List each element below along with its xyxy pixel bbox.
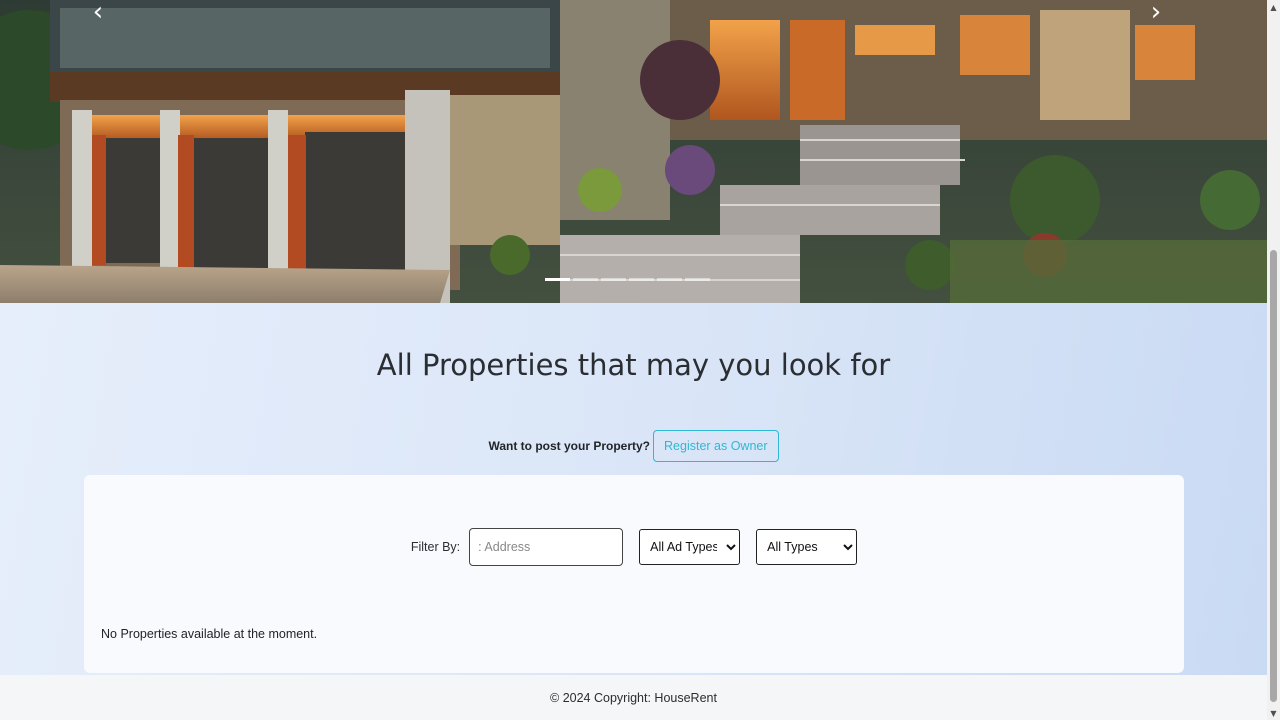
- chevron-right-icon: ›: [1150, 0, 1162, 27]
- chevron-left-icon: ‹: [92, 0, 104, 27]
- carousel-next-button[interactable]: ›: [1136, 0, 1176, 27]
- owner-cta: Want to post your Property? Register as …: [0, 430, 1267, 462]
- ad-type-select[interactable]: All Ad Types: [639, 529, 741, 565]
- properties-section: All Properties that may you look for Wan…: [0, 303, 1267, 675]
- property-type-select[interactable]: All Types: [756, 529, 858, 565]
- empty-state-message: No Properties available at the moment.: [101, 627, 318, 641]
- vertical-scrollbar[interactable]: ▲ ▼: [1267, 0, 1280, 720]
- footer: © 2024 Copyright: HouseRent: [0, 675, 1267, 720]
- scrollbar-thumb[interactable]: [1270, 250, 1277, 702]
- hero-house-image: [0, 0, 1267, 303]
- carousel-indicators: [545, 278, 710, 281]
- carousel-indicator[interactable]: [629, 278, 654, 281]
- page-title: All Properties that may you look for: [376, 348, 891, 382]
- carousel-indicator[interactable]: [545, 278, 570, 281]
- hero-carousel: ‹ ›: [0, 0, 1267, 303]
- filter-label: Filter By:: [410, 540, 461, 554]
- carousel-indicator[interactable]: [601, 278, 626, 281]
- properties-card: Filter By: All Ad Types All Types No Pro…: [84, 475, 1184, 673]
- carousel-indicator[interactable]: [573, 278, 598, 281]
- scroll-down-icon[interactable]: ▼: [1267, 706, 1280, 720]
- carousel-prev-button[interactable]: ‹: [78, 0, 118, 27]
- carousel-indicator[interactable]: [685, 278, 710, 281]
- carousel-indicator[interactable]: [657, 278, 682, 281]
- copyright-text: © 2024 Copyright: HouseRent: [550, 690, 717, 705]
- scroll-up-icon[interactable]: ▲: [1267, 0, 1280, 14]
- address-filter-input[interactable]: [469, 528, 624, 566]
- owner-prompt-text: Want to post your Property?: [488, 439, 651, 453]
- filter-bar: Filter By: All Ad Types All Types: [84, 528, 1184, 566]
- register-owner-button[interactable]: Register as Owner: [653, 430, 779, 462]
